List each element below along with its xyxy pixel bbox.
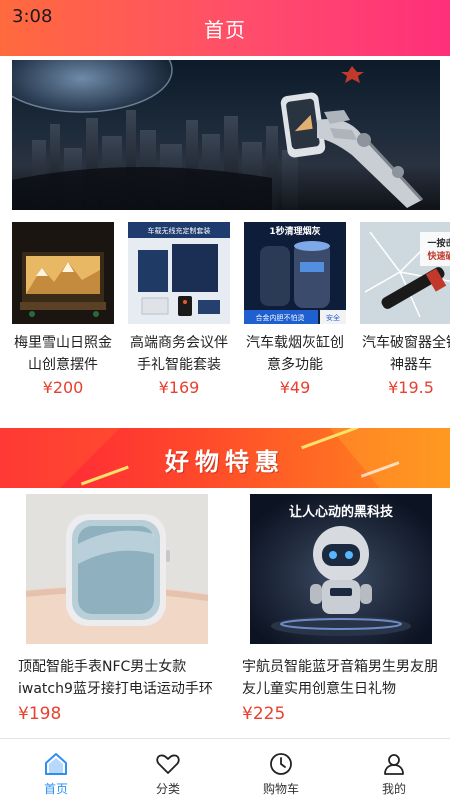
tab-label: 购物车 <box>262 782 299 796</box>
product-image <box>12 222 114 324</box>
image-text: 一按击 <box>427 237 450 249</box>
product-price: ¥200 <box>42 378 84 397</box>
product-name: 汽车载烟灰缸创意多功能 <box>246 335 344 373</box>
featured-product-card[interactable]: 1秒清理烟灰 合金内胆不怕烫 安全 汽车载烟灰缸创意多功能 ¥49 <box>244 222 346 397</box>
featured-product-card[interactable]: 一按击 快速破 汽车破窗器全锤神器车 ¥19.5 <box>360 222 450 397</box>
product-card[interactable]: 让人心动的黑科技 宇航员智能蓝牙音箱男生男友朋友儿童实用创意生日礼物 ¥225 <box>242 494 442 724</box>
heart-icon <box>156 754 180 774</box>
featured-product-card[interactable]: 梅里雪山日照金山创意摆件 ¥200 <box>12 222 114 397</box>
product-price: ¥169 <box>158 378 200 397</box>
tab-cart[interactable]: 购物车 <box>225 739 337 801</box>
page-title: 首页 <box>204 18 246 42</box>
featured-product-card[interactable]: 车载无线充定制套装 高端商务会议伴手礼智能套装 ¥169 <box>128 222 230 397</box>
product-name: 汽车破窗器全锤神器车 <box>362 335 450 373</box>
product-image: 车载无线充定制套装 <box>128 222 230 324</box>
tab-label: 我的 <box>381 782 406 796</box>
image-text: 快速破 <box>427 250 450 262</box>
tab-label: 首页 <box>43 782 68 796</box>
product-name: 宇航员智能蓝牙音箱男生男友朋友儿童实用创意生日礼物 <box>242 659 438 697</box>
product-image <box>26 494 208 644</box>
user-icon <box>384 754 404 775</box>
product-price: ¥19.5 <box>388 378 434 397</box>
image-text: 安全 <box>326 313 340 322</box>
image-caption: 让人心动的黑科技 <box>289 504 394 520</box>
tab-profile[interactable]: 我的 <box>338 739 450 801</box>
tab-category[interactable]: 分类 <box>112 739 224 801</box>
product-price: ¥225 <box>242 704 286 724</box>
product-price: ¥49 <box>279 378 311 397</box>
image-text: 车载无线充定制套装 <box>148 226 211 235</box>
tab-label: 分类 <box>155 782 180 796</box>
featured-product-list[interactable]: 梅里雪山日照金山创意摆件 ¥200 车载无线充定制套装 高端商务会议伴手礼智能套… <box>12 222 450 402</box>
hero-banner[interactable] <box>12 60 440 210</box>
product-image: 一按击 快速破 <box>360 222 450 324</box>
tab-home[interactable]: 首页 <box>0 739 112 801</box>
product-image: 让人心动的黑科技 <box>250 494 432 644</box>
app-header: 3:08 首页 <box>0 0 450 56</box>
product-name: 顶配智能手表NFC男士女款iwatch9蓝牙接打电话运动手环 <box>18 659 213 697</box>
product-price: ¥198 <box>18 704 62 724</box>
home-icon <box>45 753 67 775</box>
bottom-tab-bar: 首页 分类 购物车 我的 <box>0 738 450 801</box>
image-text: 1秒清理烟灰 <box>269 225 320 237</box>
promo-title: 好物特惠 <box>165 448 285 476</box>
product-card[interactable]: 顶配智能手表NFC男士女款iwatch9蓝牙接打电话运动手环 ¥198 <box>18 494 218 724</box>
product-image: 1秒清理烟灰 合金内胆不怕烫 安全 <box>244 222 346 324</box>
clock-icon <box>270 753 292 775</box>
banner-image <box>12 60 424 210</box>
product-name: 高端商务会议伴手礼智能套装 <box>130 335 228 373</box>
image-text: 合金内胆不怕烫 <box>256 313 305 322</box>
product-name: 梅里雪山日照金山创意摆件 <box>14 335 112 373</box>
promo-banner[interactable]: 好物特惠 <box>0 428 450 488</box>
